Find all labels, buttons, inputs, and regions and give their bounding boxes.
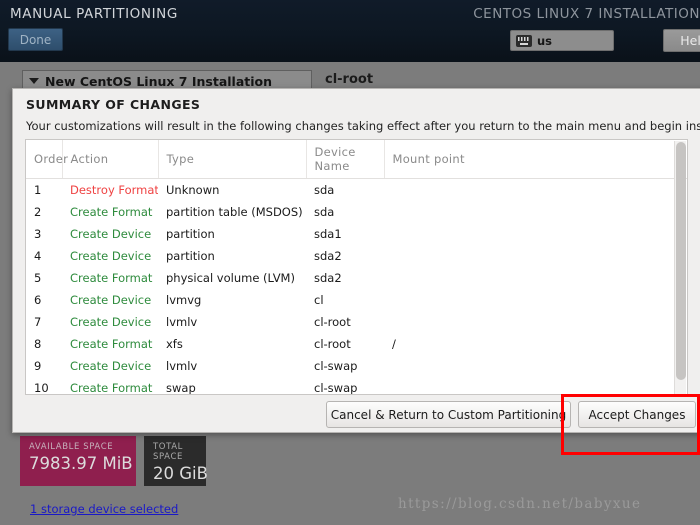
table-row[interactable]: 4Create Devicepartitionsda2	[26, 245, 687, 267]
help-button[interactable]: Help	[663, 29, 700, 52]
available-space-box: AVAILABLE SPACE 7983.97 MiB	[20, 436, 136, 486]
cell-mount	[384, 267, 687, 289]
cell-mount	[384, 355, 687, 377]
cell-action: Create Format	[62, 333, 158, 355]
cell-action: Create Device	[62, 355, 158, 377]
cell-mount	[384, 201, 687, 223]
cell-mount	[384, 377, 687, 396]
summary-of-changes-dialog: SUMMARY OF CHANGES Your customizations w…	[12, 88, 700, 433]
table-row[interactable]: 3Create Devicepartitionsda1	[26, 223, 687, 245]
dialog-title: SUMMARY OF CHANGES	[26, 97, 200, 112]
changes-table-body: 1Destroy FormatUnknownsda2Create Formatp…	[26, 179, 687, 396]
cell-device: cl-root	[306, 311, 384, 333]
cell-order: 1	[26, 179, 62, 201]
cell-type: xfs	[158, 333, 306, 355]
cell-action: Create Device	[62, 311, 158, 333]
cell-device: cl	[306, 289, 384, 311]
cell-order: 3	[26, 223, 62, 245]
cell-action: Create Format	[62, 201, 158, 223]
cell-type: physical volume (LVM)	[158, 267, 306, 289]
accordion-label: New CentOS Linux 7 Installation	[45, 74, 272, 89]
cell-mount	[384, 179, 687, 201]
available-space-caption: AVAILABLE SPACE	[29, 442, 127, 452]
table-row[interactable]: 7Create Devicelvmlvcl-root	[26, 311, 687, 333]
cell-action: Create Format	[62, 377, 158, 396]
cell-order: 2	[26, 201, 62, 223]
cell-device: sda	[306, 179, 384, 201]
done-button[interactable]: Done	[8, 28, 63, 51]
table-row[interactable]: 1Destroy FormatUnknownsda	[26, 179, 687, 201]
cell-order: 7	[26, 311, 62, 333]
changes-table: Order Action Type Device Name Mount poin…	[26, 140, 687, 395]
selected-mount-title: cl-root	[325, 72, 373, 87]
installer-header: MANUAL PARTITIONING CENTOS LINUX 7 INSTA…	[0, 0, 700, 62]
cell-mount	[384, 311, 687, 333]
cell-order: 8	[26, 333, 62, 355]
space-summary: AVAILABLE SPACE 7983.97 MiB TOTAL SPACE …	[20, 436, 206, 486]
column-header-mount[interactable]: Mount point	[384, 140, 687, 179]
cell-device: cl-root	[306, 333, 384, 355]
cell-mount	[384, 289, 687, 311]
column-header-type[interactable]: Type	[158, 140, 306, 179]
cell-type: swap	[158, 377, 306, 396]
cell-type: Unknown	[158, 179, 306, 201]
cell-device: sda	[306, 201, 384, 223]
total-space-box: TOTAL SPACE 20 GiB	[144, 436, 206, 486]
keyboard-icon	[516, 35, 532, 47]
scrollbar-thumb[interactable]	[676, 142, 686, 380]
cell-mount	[384, 245, 687, 267]
page-title: MANUAL PARTITIONING	[10, 6, 178, 22]
total-space-value: 20 GiB	[153, 464, 197, 483]
cell-action: Create Device	[62, 289, 158, 311]
cell-device: sda2	[306, 245, 384, 267]
cell-action: Create Device	[62, 245, 158, 267]
cell-type: partition	[158, 245, 306, 267]
installer-window: MANUAL PARTITIONING CENTOS LINUX 7 INSTA…	[0, 0, 700, 525]
cell-type: lvmlv	[158, 355, 306, 377]
table-row[interactable]: 2Create Formatpartition table (MSDOS)sda	[26, 201, 687, 223]
column-header-action[interactable]: Action	[62, 140, 158, 179]
keyboard-layout-indicator[interactable]: us	[510, 30, 614, 51]
table-row[interactable]: 10Create Formatswapcl-swap	[26, 377, 687, 396]
cell-order: 9	[26, 355, 62, 377]
product-title: CENTOS LINUX 7 INSTALLATION	[473, 6, 700, 22]
changes-table-container: Order Action Type Device Name Mount poin…	[25, 139, 688, 395]
cell-device: cl-swap	[306, 377, 384, 396]
cell-type: lvmlv	[158, 311, 306, 333]
storage-devices-link[interactable]: 1 storage device selected	[30, 502, 178, 516]
cell-type: partition table (MSDOS)	[158, 201, 306, 223]
cell-type: lvmvg	[158, 289, 306, 311]
changes-table-head: Order Action Type Device Name Mount poin…	[26, 140, 687, 179]
keyboard-layout-label: us	[537, 34, 552, 48]
cell-order: 10	[26, 377, 62, 396]
dialog-subtitle: Your customizations will result in the f…	[26, 119, 700, 133]
cell-mount	[384, 223, 687, 245]
changes-table-scrollbar[interactable]	[674, 141, 686, 395]
accept-changes-button[interactable]: Accept Changes	[578, 401, 696, 428]
chevron-down-icon	[29, 78, 39, 84]
dialog-button-bar: Cancel & Return to Custom Partitioning A…	[13, 399, 700, 433]
table-header-row: Order Action Type Device Name Mount poin…	[26, 140, 687, 179]
table-row[interactable]: 9Create Devicelvmlvcl-swap	[26, 355, 687, 377]
table-row[interactable]: 6Create Devicelvmvgcl	[26, 289, 687, 311]
table-row[interactable]: 8Create Formatxfscl-root/	[26, 333, 687, 355]
cell-type: partition	[158, 223, 306, 245]
cancel-return-button[interactable]: Cancel & Return to Custom Partitioning	[326, 401, 571, 428]
cell-order: 6	[26, 289, 62, 311]
cell-device: cl-swap	[306, 355, 384, 377]
cell-mount: /	[384, 333, 687, 355]
available-space-value: 7983.97 MiB	[29, 454, 127, 473]
cell-order: 5	[26, 267, 62, 289]
cell-order: 4	[26, 245, 62, 267]
cell-action: Destroy Format	[62, 179, 158, 201]
total-space-caption: TOTAL SPACE	[153, 442, 197, 462]
cell-action: Create Format	[62, 267, 158, 289]
table-row[interactable]: 5Create Formatphysical volume (LVM)sda2	[26, 267, 687, 289]
cell-device: sda2	[306, 267, 384, 289]
cell-device: sda1	[306, 223, 384, 245]
column-header-device[interactable]: Device Name	[306, 140, 384, 179]
column-header-order[interactable]: Order	[26, 140, 62, 179]
cell-action: Create Device	[62, 223, 158, 245]
